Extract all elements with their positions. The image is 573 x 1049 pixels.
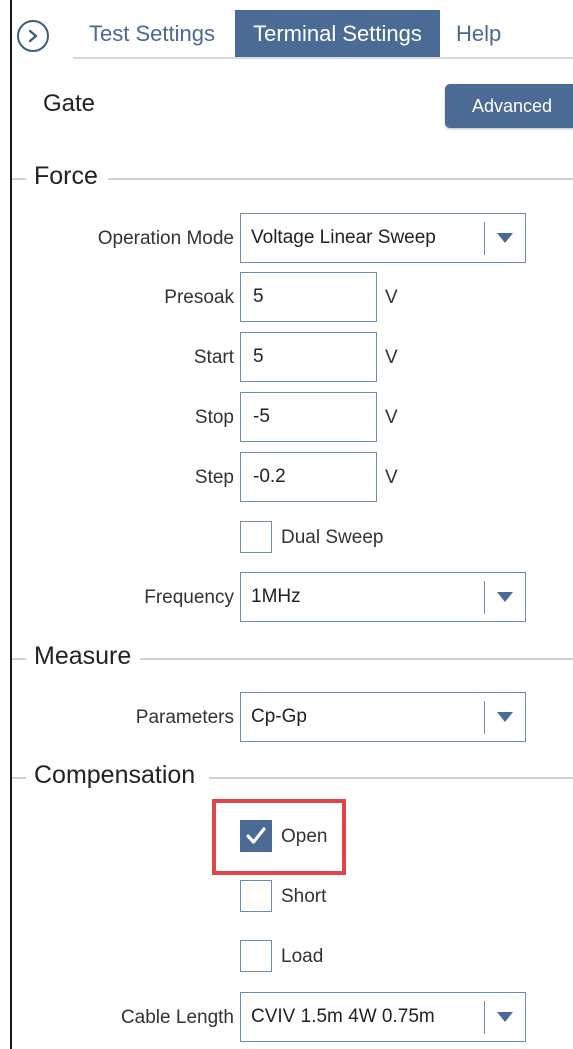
step-label: Step [194,467,234,488]
section-title-compensation: Compensation [34,761,204,790]
caret-down-icon [497,712,513,722]
parameters-select[interactable]: Cp-Gp [240,692,526,742]
collapse-panel-button[interactable] [17,20,49,52]
load-checkbox[interactable] [240,940,272,972]
measure-section-header: Measure [12,640,573,676]
dual-sweep-label: Dual Sweep [281,527,384,548]
caret-down-icon [497,233,513,243]
presoak-label: Presoak [164,287,234,308]
frequency-select[interactable]: 1MHz [240,572,526,622]
step-unit: V [385,467,398,488]
parameters-label: Parameters [135,707,234,728]
operation-mode-select[interactable]: Voltage Linear Sweep [240,213,526,263]
cable-length-label: Cable Length [120,1007,234,1028]
force-section-header: Force [12,160,573,196]
parameters-value: Cp-Gp [251,706,307,727]
step-input[interactable]: -0.2 [240,452,377,502]
operation-mode-label: Operation Mode [97,228,234,249]
load-label: Load [281,946,324,967]
terminal-title: Gate [43,90,96,117]
advanced-button[interactable]: Advanced [445,84,573,128]
section-title-measure: Measure [34,642,140,671]
presoak-input[interactable]: 5 [240,272,377,322]
stop-unit: V [385,407,398,428]
operation-mode-value: Voltage Linear Sweep [251,227,436,248]
start-unit: V [385,347,398,368]
caret-down-icon [497,592,513,602]
tab-terminal-settings[interactable]: Terminal Settings [235,10,440,57]
compensation-section-header: Compensation [12,759,573,795]
dual-sweep-checkbox[interactable] [240,521,272,553]
presoak-unit: V [385,287,398,308]
caret-down-icon [497,1012,513,1022]
highlight-annotation-box [212,799,346,875]
tab-bar-underline [73,57,573,59]
stop-label: Stop [194,407,234,428]
start-label: Start [193,347,234,368]
section-title-force: Force [34,162,106,191]
short-checkbox[interactable] [240,880,272,912]
cable-length-select[interactable]: CVIV 1.5m 4W 0.75m [240,992,526,1042]
frequency-value: 1MHz [251,586,301,607]
frequency-label: Frequency [144,587,234,608]
chevron-right-icon [28,29,38,43]
tab-test-settings[interactable]: Test Settings [73,10,233,57]
stop-input[interactable]: -5 [240,392,377,442]
start-input[interactable]: 5 [240,332,377,382]
short-label: Short [281,886,327,907]
left-frame-border [10,0,12,1049]
cable-length-value: CVIV 1.5m 4W 0.75m [251,1006,435,1027]
tab-help[interactable]: Help [440,10,573,57]
